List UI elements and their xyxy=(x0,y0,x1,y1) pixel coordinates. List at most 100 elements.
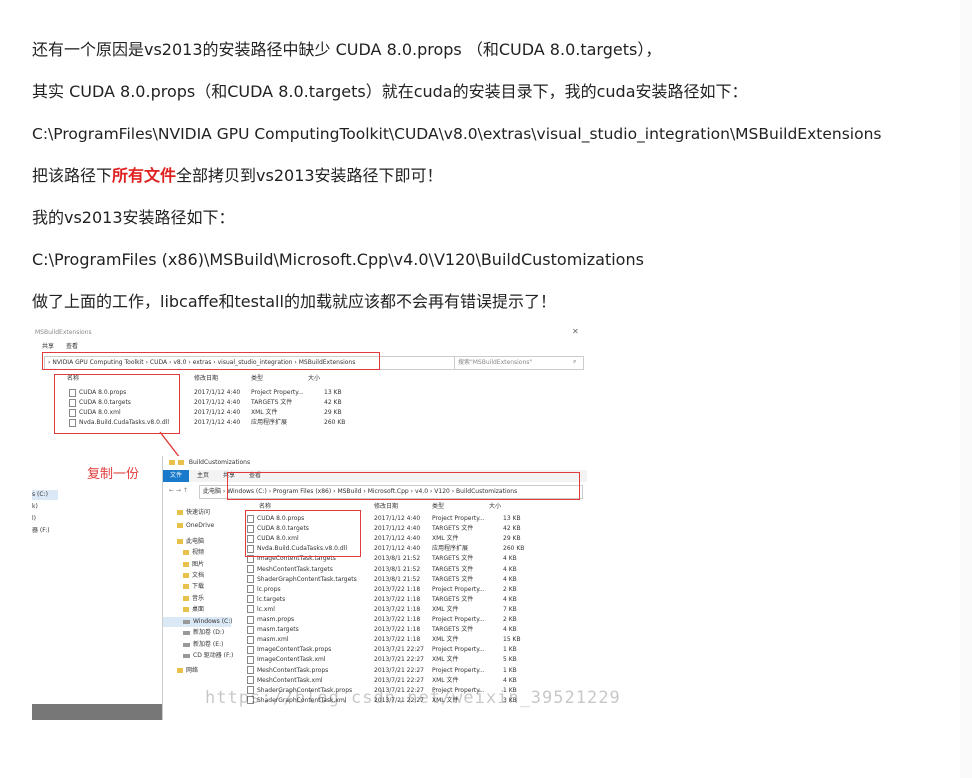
file-size: 1 KB xyxy=(503,645,517,655)
file-row[interactable]: MeshContentTask.props 2013/7/21 22:27 Proj… xyxy=(163,666,587,676)
file-date: 2013/7/21 22:27 xyxy=(374,655,424,665)
file-date-text: 2017/1/12 4:40 xyxy=(374,515,421,522)
strip-item[interactable]: k) xyxy=(32,502,38,512)
file-type: TARGETS 文件 xyxy=(432,625,473,635)
file-size-text: 2 KB xyxy=(503,616,517,623)
file-type: XML 文件 xyxy=(432,635,459,645)
file-size-text: 4 KB xyxy=(503,555,517,563)
file-size: 2 KB xyxy=(503,585,517,595)
file-size-text: 1 KB xyxy=(503,646,517,654)
file-name-text: masm.props xyxy=(257,616,295,623)
file-size: 4 KB xyxy=(503,565,517,575)
file-icon xyxy=(247,565,254,573)
file-size: 29 KB xyxy=(503,534,521,544)
file-name: masm.xml xyxy=(247,635,288,645)
file-row[interactable]: ImageContentTask.xml 2013/7/21 22:27 XML 文… xyxy=(163,655,587,665)
nav-back-forward-icon[interactable]: ← → ↑ xyxy=(169,487,188,495)
file-type: TARGETS 文件 xyxy=(432,595,473,605)
file-icon xyxy=(247,625,254,634)
file-size-text: 5 KB xyxy=(503,656,517,664)
paragraph-2: 其实 CUDA 8.0.props（和CUDA 8.0.targets）就在cu… xyxy=(32,82,748,101)
file-name: ImageContentTask.props xyxy=(247,645,331,655)
win2-ribbon-file[interactable]: 文件 xyxy=(163,470,189,482)
file-date: 2013/7/21 22:27 xyxy=(374,676,424,686)
file-type-text: TARGETS 文件 xyxy=(432,626,474,634)
file-date: 2017/1/12 4:40 xyxy=(374,534,420,544)
strip-item[interactable]: 器 (F:) xyxy=(32,526,50,536)
file-name-text: MeshContentTask.props xyxy=(257,666,329,674)
file-size-text: 29 KB xyxy=(503,535,521,543)
watermark: https://blog.csdn.net/weixin_39521229 xyxy=(205,688,621,708)
file-date-text: 2017/1/12 4:40 xyxy=(374,545,421,553)
paragraph-4: 把该路径下所有文件全部拷贝到vs2013安装路径下即可！ xyxy=(32,166,443,186)
win2-ribbon-home[interactable]: 主页 xyxy=(197,472,209,480)
file-type: 应用程序扩展 xyxy=(432,544,468,554)
file-date: 2013/7/22 1:18 xyxy=(374,615,420,625)
file-row[interactable]: masm.props 2013/7/22 1:18 Project Property… xyxy=(163,615,587,625)
file-date-text: 2013/7/22 1:18 xyxy=(374,605,421,613)
file-row[interactable]: masm.xml 2013/7/22 1:18 XML 文件 15 KB xyxy=(163,635,587,645)
file-size-text: 4 KB xyxy=(503,595,517,603)
file-icon xyxy=(247,666,254,674)
file-size-text: 15 KB xyxy=(503,636,521,644)
file-date-text: 2013/8/1 21:52 xyxy=(374,555,421,563)
file-row[interactable]: ImageContentTask.targets 2013/8/1 21:52 TA… xyxy=(163,554,587,564)
file-type-text: 应用程序扩展 xyxy=(432,545,469,553)
file-size: 15 KB xyxy=(503,635,521,645)
file-row[interactable]: MeshContentTask.xml 2013/7/21 22:27 XML 文件… xyxy=(163,676,587,686)
file-row[interactable]: CUDA 8.0.props 2017/1/12 4:40 Project Prop… xyxy=(163,514,587,524)
file-row[interactable]: CUDA 8.0.targets 2017/1/12 4:40 TARGETS 文件… xyxy=(163,524,587,534)
win2-col-date[interactable]: 修改日期 xyxy=(374,503,398,511)
file-name: MeshContentTask.props xyxy=(247,666,328,676)
copy-annotation: 复制一份 xyxy=(87,467,140,482)
paragraph-1: 还有一个原因是vs2013的安装路径中缺少 CUDA 8.0.props （和C… xyxy=(32,40,662,59)
file-date-text: 2013/7/21 22:27 xyxy=(374,646,424,654)
file-date: 2013/7/22 1:18 xyxy=(374,635,420,645)
file-size-text: 260 KB xyxy=(503,545,525,553)
file-size: 4 KB xyxy=(503,575,517,585)
file-type: XML 文件 xyxy=(432,655,459,665)
file-type-text: Project Property... xyxy=(432,515,485,522)
win2-col-type[interactable]: 类型 xyxy=(432,503,444,511)
win2-col-size[interactable]: 大小 xyxy=(489,503,501,511)
target-path-highlight-box xyxy=(227,472,580,500)
file-date: 2013/7/22 1:18 xyxy=(374,595,420,605)
file-row[interactable]: lc.xml 2013/7/22 1:18 XML 文件 7 KB xyxy=(163,605,587,615)
file-row[interactable]: CUDA 8.0.xml 2017/1/12 4:40 XML 文件 29 KB xyxy=(163,534,587,544)
file-name-text: masm.xml xyxy=(257,636,289,644)
strip-item[interactable]: s (C:) xyxy=(32,490,58,500)
file-date: 2013/8/1 21:52 xyxy=(374,575,420,585)
file-row[interactable]: masm.targets 2013/7/22 1:18 TARGETS 文件 4 KB xyxy=(163,625,587,635)
file-size-text: 4 KB xyxy=(503,575,517,583)
p4-highlight: 所有文件 xyxy=(112,166,177,185)
file-date-text: 2013/7/22 1:18 xyxy=(374,595,421,603)
file-date-text: 2013/7/21 22:27 xyxy=(374,656,424,664)
file-name: lc.props xyxy=(247,585,281,595)
file-type-text: XML 文件 xyxy=(432,605,459,613)
file-date: 2017/1/12 4:40 xyxy=(374,514,420,524)
file-date-text: 2013/7/22 1:18 xyxy=(374,585,421,593)
file-row[interactable]: ShaderGraphContentTask.targets 2013/8/1 2… xyxy=(163,575,587,585)
file-type-text: TARGETS 文件 xyxy=(432,575,474,583)
file-size-text: 42 KB xyxy=(503,525,521,533)
file-size-text: 13 KB xyxy=(503,515,521,522)
file-type-text: XML 文件 xyxy=(432,636,459,644)
explorer-window-target: BuildCustomizations 文件 主页 共享 查看 ← → ↑ 此电… xyxy=(162,456,587,720)
file-row[interactable]: lc.props 2013/7/22 1:18 Project Property..… xyxy=(163,585,587,595)
file-type: XML 文件 xyxy=(432,534,459,544)
file-row[interactable]: lc.targets 2013/7/22 1:18 TARGETS 文件 4 KB xyxy=(163,595,587,605)
file-name: MeshContentTask.xml xyxy=(247,676,323,686)
file-size-text: 4 KB xyxy=(503,676,517,684)
file-size-text: 2 KB xyxy=(503,585,517,593)
file-type: Project Property... xyxy=(432,514,485,524)
file-name-text: MeshContentTask.targets xyxy=(257,565,333,573)
file-icon xyxy=(247,676,254,685)
file-date-text: 2017/1/12 4:40 xyxy=(374,535,421,543)
file-row[interactable]: MeshContentTask.targets 2013/8/1 21:52 TAR… xyxy=(163,565,587,575)
file-type: TARGETS 文件 xyxy=(432,575,473,585)
file-date: 2013/7/22 1:18 xyxy=(374,585,420,595)
win2-crumb[interactable]: 此电脑 xyxy=(203,488,221,495)
strip-item[interactable]: l) xyxy=(32,514,36,524)
file-row[interactable]: Nvda.Build.CudaTasks.v8.0.dll 2017/1/12 4… xyxy=(163,544,587,554)
file-row[interactable]: ImageContentTask.props 2013/7/21 22:27 Pro… xyxy=(163,645,587,655)
